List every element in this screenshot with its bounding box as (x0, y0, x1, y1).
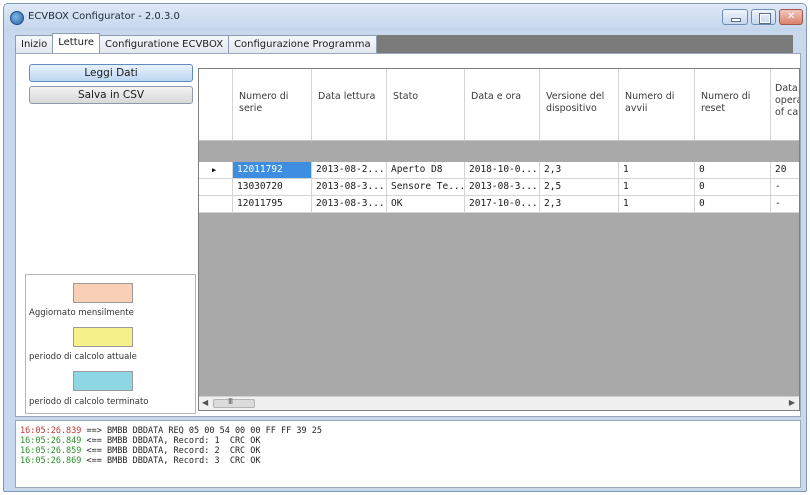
row-selector[interactable]: ▶ (199, 162, 233, 179)
table-cell[interactable]: 1 (619, 196, 695, 213)
log-message: <== BMBB DBDATA, Record: 3 CRC OK (81, 456, 261, 466)
column-header[interactable]: Stato (387, 69, 465, 141)
table-header: Numero di serie Data lettura Stato Data … (199, 69, 799, 141)
minimize-button[interactable] (722, 9, 748, 25)
table-cell[interactable]: 1 (619, 162, 695, 179)
table-cell[interactable]: 20 (771, 162, 799, 179)
row-selector[interactable] (199, 179, 233, 196)
table-cell[interactable]: 2,3 (540, 162, 619, 179)
column-header[interactable]: Versione del dispositivo (540, 69, 619, 141)
horizontal-scrollbar[interactable]: ◀ III ▶ (199, 396, 799, 410)
table-cell[interactable]: 2,5 (540, 179, 619, 196)
log-message: <== BMBB DBDATA, Record: 2 CRC OK (81, 446, 261, 456)
close-button[interactable] (779, 9, 803, 25)
legend-label-monthly: Aggiornato mensilmente (29, 308, 134, 318)
table-cell[interactable]: 2013-08-3... (465, 179, 540, 196)
table-cell[interactable]: 2018-10-0... (465, 162, 540, 179)
log-timestamp: 16:05:26.839 (20, 426, 82, 436)
log-timestamp: 16:05:26.849 (20, 436, 82, 446)
table-row[interactable]: ▶ 12011792 2013-08-2... Aperto D8 2018-1… (199, 162, 799, 179)
table-cell[interactable]: 1 (619, 179, 695, 196)
table-cell[interactable]: OK (387, 196, 465, 213)
legend-label-terminated: periodo di calcolo terminato (29, 397, 149, 407)
table-cell[interactable]: 2013-08-2... (312, 162, 387, 179)
column-header[interactable]: Numero di reset (695, 69, 771, 141)
table-cell[interactable]: 2,3 (540, 196, 619, 213)
column-header[interactable]: Data e ora (465, 69, 540, 141)
table-cell[interactable]: 2017-10-0... (465, 196, 540, 213)
maximize-icon (752, 10, 775, 24)
log-console[interactable]: 16:05:26.839 ==> BMBB DBDATA REQ 05 00 5… (15, 420, 801, 488)
app-logo-icon (10, 11, 24, 25)
app-window: ECVBOX Configurator - 2.0.3.0 Inizio Let… (3, 3, 807, 492)
read-data-button[interactable]: Leggi Dati (29, 64, 193, 82)
table-cell[interactable]: 2013-08-3... (312, 179, 387, 196)
scroll-thumb-grip: III (228, 397, 233, 406)
table-cell[interactable]: 13030720 (233, 179, 312, 196)
scroll-thumb[interactable]: III (213, 397, 255, 408)
log-message: <== BMBB DBDATA, Record: 1 CRC OK (81, 436, 261, 446)
save-csv-button[interactable]: Salva in CSV (29, 86, 193, 104)
readings-table: Numero di serie Data lettura Stato Data … (198, 68, 800, 411)
table-row[interactable]: 12011795 2013-08-3... OK 2017-10-0... 2,… (199, 196, 799, 213)
column-header[interactable]: Numero di avvii (619, 69, 695, 141)
column-header[interactable]: Data operazione of ca (771, 69, 799, 141)
table-cell[interactable]: 0 (695, 179, 771, 196)
tab-configurazione-programma[interactable]: Configurazione Programma (228, 35, 377, 53)
log-line: 16:05:26.849 <== BMBB DBDATA, Record: 1 … (20, 436, 800, 446)
window-title: ECVBOX Configurator - 2.0.3.0 (28, 11, 180, 22)
title-bar: ECVBOX Configurator - 2.0.3.0 (4, 4, 806, 31)
table-cell[interactable]: 2013-08-3... (312, 196, 387, 213)
tab-letture[interactable]: Letture (52, 33, 100, 53)
tab-bar: Inizio Letture Configuratione ECVBOX Con… (15, 33, 793, 53)
log-line: 16:05:26.869 <== BMBB DBDATA, Record: 3 … (20, 456, 800, 466)
table-cell[interactable]: Aperto D8 (387, 162, 465, 179)
log-message: ==> BMBB DBDATA REQ 05 00 54 00 00 FF FF… (81, 426, 322, 436)
tab-bar-background (376, 35, 793, 53)
log-timestamp: 16:05:26.869 (20, 456, 82, 466)
table-cell[interactable]: 12011792 (233, 162, 312, 179)
close-icon (780, 10, 802, 24)
legend-swatch-terminated (73, 371, 133, 391)
row-selector[interactable] (199, 196, 233, 213)
column-header[interactable]: Data lettura (312, 69, 387, 141)
current-row-arrow-icon: ▶ (212, 166, 217, 174)
scroll-left-icon[interactable]: ◀ (202, 398, 208, 407)
scroll-right-icon[interactable]: ▶ (789, 398, 795, 407)
color-legend: Aggiornato mensilmente periodo di calcol… (25, 274, 196, 414)
table-cell[interactable]: Sensore Te... (387, 179, 465, 196)
legend-swatch-monthly (73, 283, 133, 303)
log-line: 16:05:26.839 ==> BMBB DBDATA REQ 05 00 5… (20, 426, 800, 436)
tab-configuratione-ecvbox[interactable]: Configuratione ECVBOX (99, 35, 230, 53)
column-header[interactable]: Numero di serie (233, 69, 312, 141)
legend-swatch-current (73, 327, 133, 347)
letture-panel: Leggi Dati Salva in CSV Aggiornato mensi… (15, 53, 801, 417)
table-row[interactable]: 13030720 2013-08-3... Sensore Te... 2013… (199, 179, 799, 196)
row-selector-header (199, 69, 233, 141)
log-line: 16:05:26.859 <== BMBB DBDATA, Record: 2 … (20, 446, 800, 456)
maximize-button[interactable] (751, 9, 776, 25)
table-cell[interactable]: - (771, 179, 799, 196)
tab-inizio[interactable]: Inizio (15, 35, 54, 53)
log-timestamp: 16:05:26.859 (20, 446, 82, 456)
legend-label-current: periodo di calcolo attuale (29, 352, 137, 362)
table-cell[interactable]: 0 (695, 162, 771, 179)
table-cell[interactable]: 12011795 (233, 196, 312, 213)
table-cell[interactable]: - (771, 196, 799, 213)
table-cell[interactable]: 0 (695, 196, 771, 213)
minimize-icon (723, 10, 747, 24)
